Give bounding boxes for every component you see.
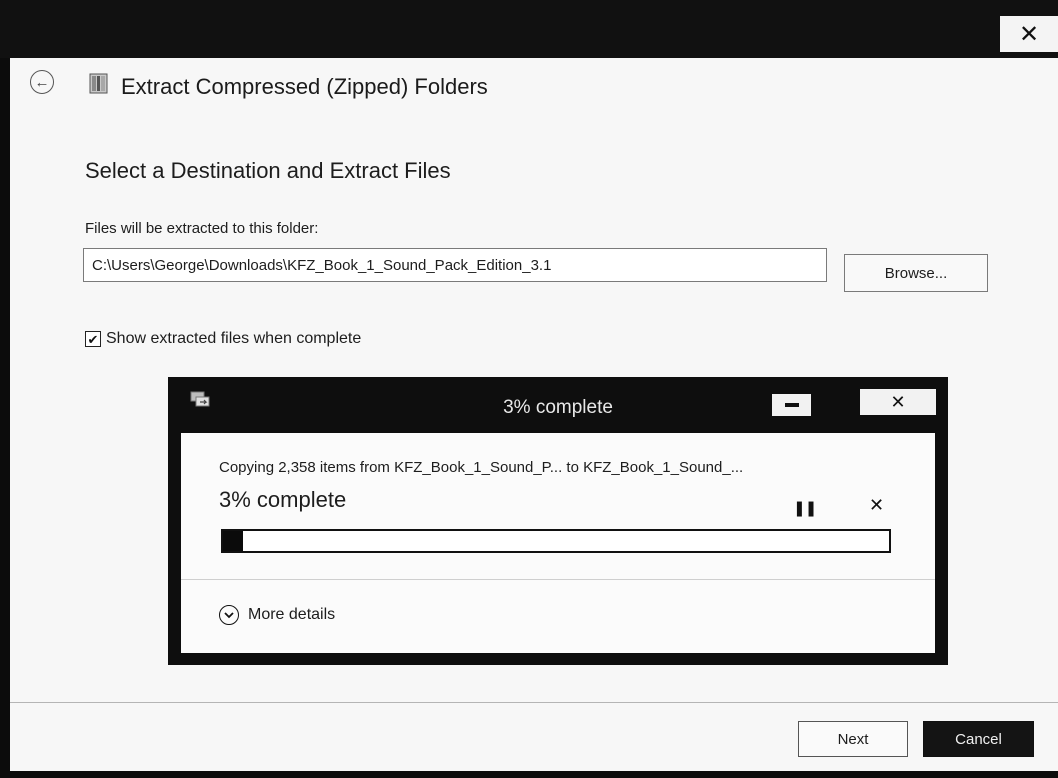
window-close-button[interactable]: ✕ xyxy=(1000,16,1058,52)
zip-folder-icon xyxy=(89,73,108,94)
copy-percent-text: 3% complete xyxy=(219,487,347,512)
show-files-label: Show extracted files when complete xyxy=(106,330,362,347)
wizard-title: Extract Compressed (Zipped) Folders xyxy=(121,74,488,99)
more-details-label: More details xyxy=(248,606,336,623)
window-titlebar: ✕ xyxy=(0,0,1058,58)
chevron-down-icon xyxy=(219,605,239,625)
close-icon: ✕ xyxy=(1018,20,1040,48)
copy-progress-fill xyxy=(223,531,243,551)
copy-dialog-close-button[interactable]: ✕ xyxy=(860,389,936,415)
destination-path-input[interactable] xyxy=(83,248,827,282)
more-details-toggle[interactable]: More details xyxy=(219,605,335,625)
copy-dialog-body: Copying 2,358 items from KFZ_Book_1_Soun… xyxy=(181,433,935,653)
show-files-checkbox[interactable]: ✔ xyxy=(85,331,101,347)
checkmark-icon: ✔ xyxy=(87,331,99,347)
copy-status-message: Copying 2,358 items from KFZ_Book_1_Soun… xyxy=(219,459,744,476)
copy-progress-dialog: 3% complete ✕ Copying 2,358 items from K… xyxy=(168,377,948,665)
close-icon: ✕ xyxy=(890,391,906,412)
copy-progress-bar xyxy=(221,529,891,553)
back-arrow-icon[interactable]: ← xyxy=(30,70,54,94)
show-files-option[interactable]: ✔ Show extracted files when complete xyxy=(85,330,361,348)
details-divider xyxy=(181,579,935,580)
next-button[interactable]: Next xyxy=(798,721,908,757)
minimize-button[interactable] xyxy=(772,394,811,416)
browse-button[interactable]: Browse... xyxy=(844,254,988,292)
page-heading: Select a Destination and Extract Files xyxy=(85,158,451,183)
minimize-icon xyxy=(784,403,799,407)
copy-dialog-title: 3% complete xyxy=(503,397,613,418)
destination-label: Files will be extracted to this folder: xyxy=(85,220,319,237)
cancel-copy-icon[interactable]: ✕ xyxy=(869,495,884,516)
footer-divider xyxy=(10,702,1058,703)
cancel-button[interactable]: Cancel xyxy=(923,721,1034,757)
pause-icon[interactable]: ❚❚ xyxy=(793,499,817,517)
